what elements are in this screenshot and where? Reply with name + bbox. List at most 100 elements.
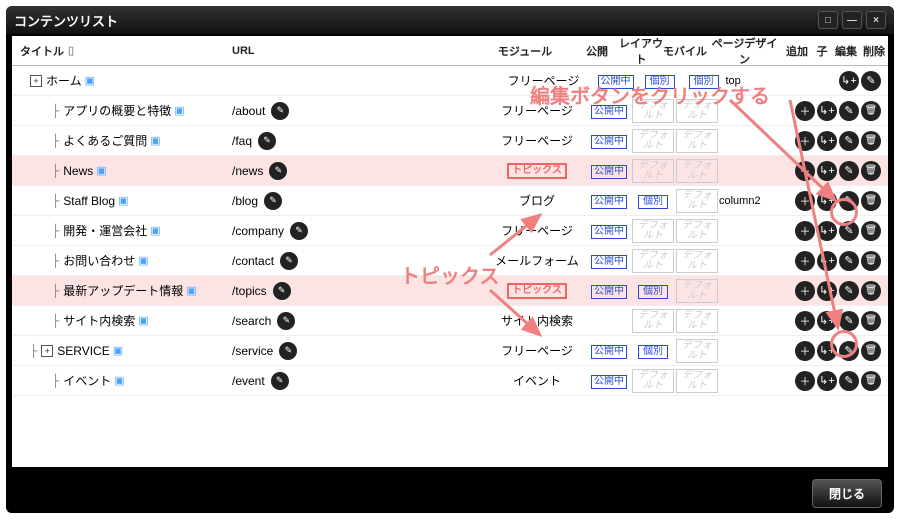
row-title-cell[interactable]: ├News▣ <box>12 164 232 178</box>
add-icon[interactable]: ＋ <box>795 131 815 151</box>
edit-url-icon[interactable]: ✎ <box>271 372 289 390</box>
add-icon[interactable]: ＋ <box>795 161 815 181</box>
delete-icon[interactable]: 🗑 <box>861 341 881 361</box>
add-icon[interactable]: ＋ <box>795 341 815 361</box>
add-icon[interactable]: ＋ <box>795 101 815 121</box>
row-layout[interactable]: デフォルト <box>631 249 675 273</box>
edit-url-icon[interactable]: ✎ <box>290 222 308 240</box>
edit-url-icon[interactable]: ✎ <box>269 162 287 180</box>
edit-icon[interactable]: ✎ <box>839 281 859 301</box>
row-title-cell[interactable]: ├よくあるご質問▣ <box>12 132 232 149</box>
row-mobile[interactable]: デフォルト <box>675 159 719 183</box>
col-module[interactable]: モジュール <box>475 43 575 59</box>
add-icon[interactable]: ＋ <box>795 191 815 211</box>
row-layout[interactable]: デフォルト <box>631 99 675 123</box>
col-page-design[interactable]: ページデザイン <box>707 36 782 67</box>
child-add-icon[interactable]: ↳+ <box>817 191 837 211</box>
col-mobile[interactable]: モバイル <box>663 43 707 59</box>
row-layout[interactable]: 個別 <box>631 193 675 209</box>
row-title-cell[interactable]: ├+SERVICE▣ <box>12 344 232 358</box>
close-button[interactable]: 閉じる <box>812 479 882 508</box>
edit-icon[interactable]: ✎ <box>839 251 859 271</box>
col-title[interactable]: タイトル ▯ <box>12 43 232 59</box>
row-layout[interactable]: デフォルト <box>631 309 675 333</box>
edit-icon[interactable]: ✎ <box>839 371 859 391</box>
edit-icon[interactable]: ✎ <box>839 341 859 361</box>
row-publish[interactable]: 公開中 <box>587 163 631 179</box>
edit-icon[interactable]: ✎ <box>839 131 859 151</box>
row-title-cell[interactable]: ├サイト内検索▣ <box>12 312 232 329</box>
row-mobile[interactable]: デフォルト <box>675 129 719 153</box>
row-publish[interactable]: 公開中 <box>587 103 631 119</box>
row-mobile[interactable]: デフォルト <box>675 189 719 213</box>
row-mobile[interactable]: デフォルト <box>675 249 719 273</box>
row-layout[interactable]: デフォルト <box>631 369 675 393</box>
row-title-cell[interactable]: ├最新アップデート情報▣ <box>12 282 232 299</box>
delete-icon[interactable]: 🗑 <box>861 251 881 271</box>
edit-icon[interactable]: ✎ <box>839 161 859 181</box>
child-add-icon[interactable]: ↳+ <box>817 251 837 271</box>
edit-url-icon[interactable]: ✎ <box>258 132 276 150</box>
row-mobile[interactable]: デフォルト <box>675 339 719 363</box>
row-mobile[interactable]: 個別 <box>682 73 726 89</box>
delete-icon[interactable]: 🗑 <box>861 161 881 181</box>
row-mobile[interactable]: デフォルト <box>675 279 719 303</box>
add-icon[interactable]: ＋ <box>795 371 815 391</box>
edit-url-icon[interactable]: ✎ <box>273 282 291 300</box>
child-add-icon[interactable]: ↳+ <box>817 101 837 121</box>
delete-icon[interactable]: 🗑 <box>861 311 881 331</box>
row-publish[interactable]: 公開中 <box>587 373 631 389</box>
delete-icon[interactable]: 🗑 <box>861 191 881 211</box>
tree-expand-icon[interactable]: + <box>30 75 42 87</box>
add-icon[interactable]: ＋ <box>795 221 815 241</box>
row-publish[interactable]: 公開中 <box>587 343 631 359</box>
row-title-cell[interactable]: ├アプリの概要と特徴▣ <box>12 102 232 119</box>
add-icon[interactable]: ＋ <box>795 251 815 271</box>
col-child[interactable]: 子 <box>812 43 832 59</box>
window-minimize-button[interactable]: — <box>842 11 862 29</box>
add-icon[interactable]: ＋ <box>795 281 815 301</box>
row-title-cell[interactable]: ├開発・運営会社▣ <box>12 222 232 239</box>
delete-icon[interactable]: 🗑 <box>861 371 881 391</box>
child-add-icon[interactable]: ↳+ <box>817 371 837 391</box>
row-mobile[interactable]: デフォルト <box>675 219 719 243</box>
child-add-icon[interactable]: ↳+ <box>817 281 837 301</box>
col-delete[interactable]: 削除 <box>860 43 888 59</box>
row-title-cell[interactable]: ├イベント▣ <box>12 372 232 389</box>
edit-icon[interactable]: ✎ <box>861 71 881 91</box>
edit-icon[interactable]: ✎ <box>839 101 859 121</box>
edit-url-icon[interactable]: ✎ <box>277 312 295 330</box>
row-layout[interactable]: 個別 <box>631 343 675 359</box>
delete-icon[interactable]: 🗑 <box>861 101 881 121</box>
child-add-icon[interactable]: ↳+ <box>817 161 837 181</box>
col-url[interactable]: URL <box>232 45 412 57</box>
edit-icon[interactable]: ✎ <box>839 221 859 241</box>
edit-icon[interactable]: ✎ <box>839 191 859 211</box>
child-add-icon[interactable]: ↳+ <box>817 131 837 151</box>
window-maximize-button[interactable]: □ <box>818 11 838 29</box>
row-layout[interactable]: デフォルト <box>631 219 675 243</box>
row-mobile[interactable]: デフォルト <box>675 99 719 123</box>
delete-icon[interactable]: 🗑 <box>861 131 881 151</box>
col-publish[interactable]: 公開 <box>575 43 619 59</box>
child-add-icon[interactable]: ↳+ <box>817 221 837 241</box>
row-layout[interactable]: デフォルト <box>631 129 675 153</box>
row-layout[interactable]: 個別 <box>631 283 675 299</box>
edit-url-icon[interactable]: ✎ <box>264 192 282 210</box>
delete-icon[interactable]: 🗑 <box>861 281 881 301</box>
row-publish[interactable]: 公開中 <box>587 193 631 209</box>
row-publish[interactable]: 公開中 <box>594 73 638 89</box>
edit-url-icon[interactable]: ✎ <box>279 342 297 360</box>
tree-expand-icon[interactable]: + <box>41 345 53 357</box>
delete-icon[interactable]: 🗑 <box>861 221 881 241</box>
edit-url-icon[interactable]: ✎ <box>280 252 298 270</box>
window-close-button[interactable]: × <box>866 11 886 29</box>
row-layout[interactable]: デフォルト <box>631 159 675 183</box>
col-add[interactable]: 追加 <box>782 43 812 59</box>
row-mobile[interactable]: デフォルト <box>675 309 719 333</box>
edit-url-icon[interactable]: ✎ <box>271 102 289 120</box>
child-add-icon[interactable]: ↳+ <box>817 341 837 361</box>
col-edit[interactable]: 編集 <box>832 43 860 59</box>
edit-icon[interactable]: ✎ <box>839 311 859 331</box>
row-mobile[interactable]: デフォルト <box>675 369 719 393</box>
